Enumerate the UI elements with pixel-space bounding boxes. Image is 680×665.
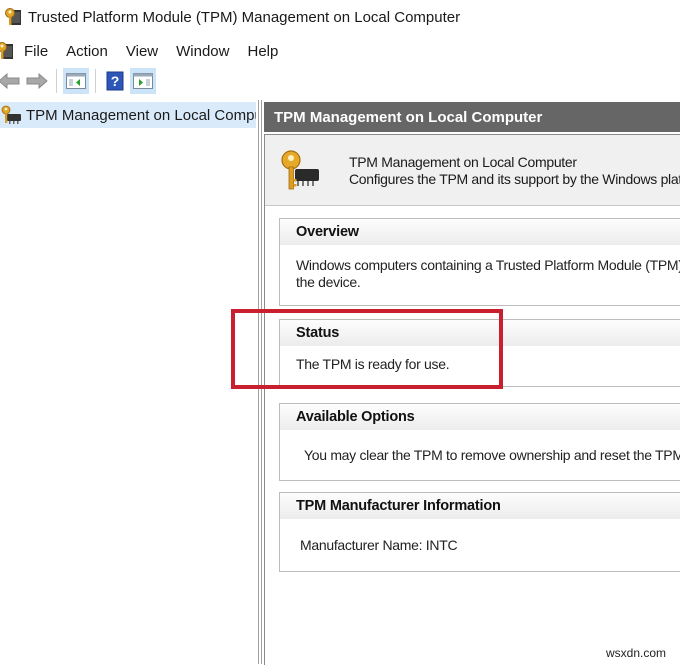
overview-heading: Overview — [280, 219, 680, 245]
available-options-section: Available Options You may clear the TPM … — [279, 403, 680, 481]
pane-header: TPM Management on Local Computer — [264, 102, 680, 132]
toolbar: ? — [0, 66, 680, 96]
intro-description: Configures the TPM and its support by th… — [349, 171, 680, 187]
back-button[interactable] — [0, 68, 22, 94]
console-tree-pane: TPM Management on Local Compu — [0, 100, 259, 664]
svg-text:?: ? — [111, 73, 120, 89]
overview-section: Overview Windows computers containing a … — [279, 218, 680, 306]
pane-body: TPM Management on Local Computer Configu… — [264, 134, 680, 665]
overview-line: the device. — [296, 274, 361, 290]
menu-help[interactable]: Help — [247, 43, 278, 60]
back-arrow-icon — [0, 73, 20, 89]
tree-item-label: TPM Management on Local Compu — [26, 106, 256, 124]
show-hide-action-pane-button[interactable] — [130, 68, 156, 94]
help-icon: ? — [106, 71, 124, 91]
tree-item-tpm-management[interactable]: TPM Management on Local Compu — [0, 102, 256, 128]
toolbar-separator — [95, 69, 96, 93]
available-options-text: You may clear the TPM to remove ownershi… — [304, 447, 680, 463]
forward-button[interactable] — [24, 68, 50, 94]
overview-line: Windows computers containing a Trusted P… — [296, 257, 680, 273]
console-tree-icon — [66, 73, 86, 89]
intro-banner: TPM Management on Local Computer Configu… — [265, 135, 680, 206]
window-title: Trusted Platform Module (TPM) Management… — [28, 8, 461, 26]
menu-file[interactable]: File — [24, 43, 48, 60]
menu-view[interactable]: View — [126, 43, 158, 60]
manufacturer-info-section: TPM Manufacturer Information Manufacture… — [279, 492, 680, 572]
tpm-key-chip-icon — [279, 149, 323, 193]
status-highlight-box — [231, 309, 503, 389]
help-button[interactable]: ? — [102, 68, 128, 94]
tpm-key-chip-icon — [0, 105, 22, 125]
menu-bar: File Action View Window Help — [0, 38, 680, 64]
manufacturer-name-text: Manufacturer Name: INTC — [300, 537, 458, 553]
system-menu-icon[interactable] — [0, 41, 14, 61]
tpm-app-icon — [4, 7, 22, 27]
menu-action[interactable]: Action — [66, 43, 108, 60]
watermark: wsxdn.com — [606, 646, 667, 660]
menu-window[interactable]: Window — [176, 43, 229, 60]
manufacturer-info-heading: TPM Manufacturer Information — [280, 493, 680, 519]
show-hide-console-tree-button[interactable] — [63, 68, 89, 94]
action-pane-icon — [133, 73, 153, 89]
available-options-heading: Available Options — [280, 404, 680, 430]
title-bar: Trusted Platform Module (TPM) Management… — [0, 0, 680, 34]
overview-text: Windows computers containing a Trusted P… — [280, 245, 680, 291]
intro-title: TPM Management on Local Computer — [349, 154, 577, 170]
toolbar-separator — [56, 69, 57, 93]
forward-arrow-icon — [26, 73, 48, 89]
